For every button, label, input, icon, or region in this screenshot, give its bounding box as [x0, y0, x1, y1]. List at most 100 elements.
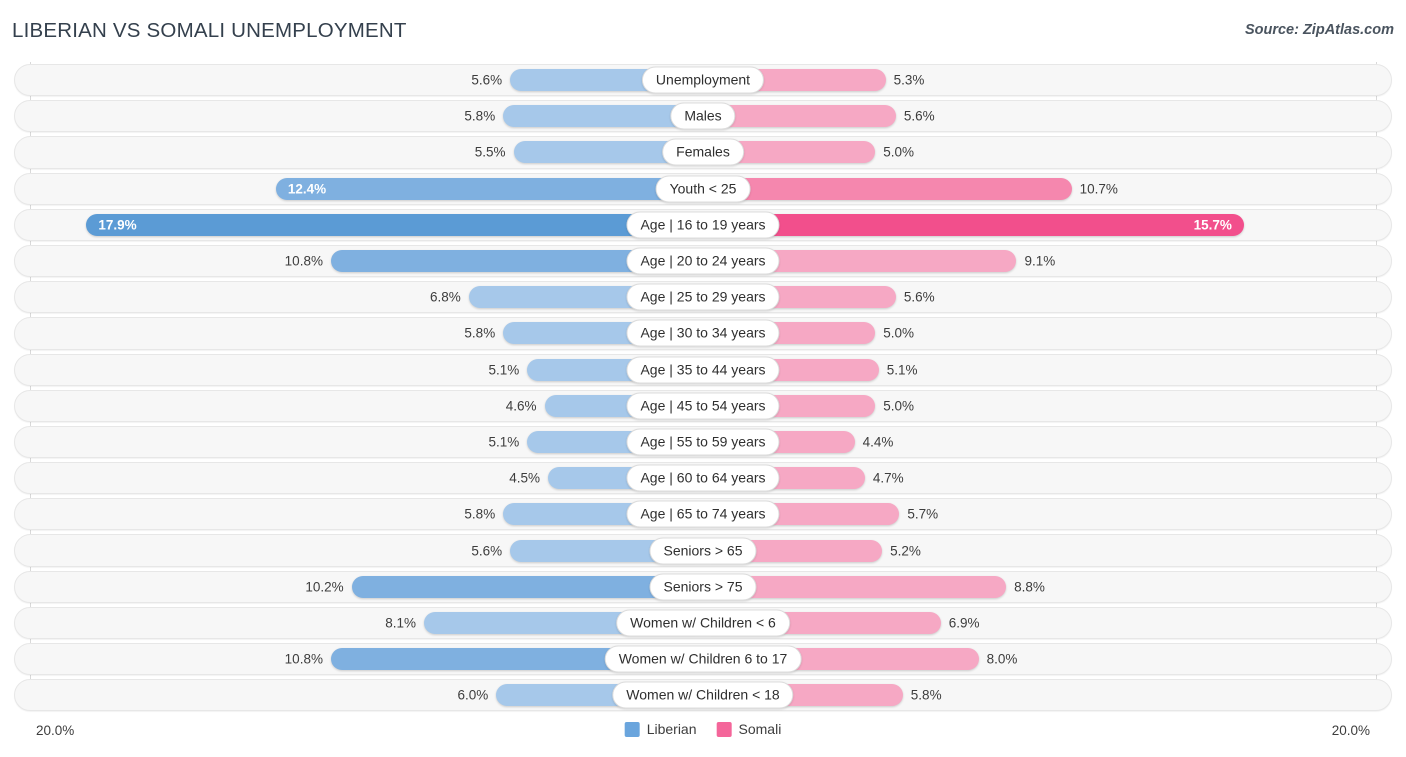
chart-row: 5.6% 5.3% Unemployment — [0, 62, 1406, 98]
category-label: Age | 60 to 64 years — [626, 464, 780, 492]
value-label-somali: 5.2% — [890, 543, 921, 559]
row-inner: 5.8% 5.7% Age | 65 to 74 years — [0, 496, 1406, 532]
chart-header: LIBERIAN VS SOMALI UNEMPLOYMENT Source: … — [0, 0, 1406, 62]
value-label-somali: 4.4% — [862, 434, 894, 450]
value-label-somali: 6.9% — [948, 615, 980, 631]
category-label: Unemployment — [641, 66, 765, 94]
legend-swatch-icon — [624, 721, 640, 737]
chart-row: 4.6% 5.0% Age | 45 to 54 years — [0, 388, 1406, 424]
chart-row: 8.1% 6.9% Women w/ Children < 6 — [0, 605, 1406, 641]
value-label-somali: 8.8% — [1014, 579, 1045, 595]
bar-somali — [703, 213, 1244, 236]
chart-row: 5.6% 5.2% Seniors > 65 — [0, 532, 1406, 568]
row-inner: 6.8% 5.6% Age | 25 to 29 years — [0, 279, 1406, 315]
category-label: Age | 65 to 74 years — [626, 500, 780, 528]
value-label-liberian: 5.5% — [474, 144, 506, 160]
source-attribution: Source: ZipAtlas.com — [1244, 22, 1394, 38]
value-label-liberian: 10.8% — [284, 253, 323, 269]
value-label-somali: 5.1% — [886, 362, 918, 378]
category-label: Females — [662, 138, 744, 166]
row-inner: 5.6% 5.2% Seniors > 65 — [0, 532, 1406, 568]
chart-legend: Liberian Somali — [624, 721, 782, 737]
legend-item-liberian: Liberian — [624, 721, 697, 737]
value-label-liberian: 10.8% — [284, 651, 323, 667]
category-label: Seniors > 65 — [649, 537, 757, 565]
bar-somali — [703, 177, 1072, 200]
chart-row: 5.1% 4.4% Age | 55 to 59 years — [0, 424, 1406, 460]
chart-row: 5.8% 5.6% Males — [0, 98, 1406, 134]
chart-root: LIBERIAN VS SOMALI UNEMPLOYMENT Source: … — [0, 0, 1406, 757]
legend-label: Somali — [738, 721, 782, 737]
chart-row: 5.5% 5.0% Females — [0, 134, 1406, 170]
category-label: Age | 16 to 19 years — [626, 211, 780, 239]
chart-row: 6.0% 5.8% Women w/ Children < 18 — [0, 677, 1406, 713]
value-label-liberian: 5.6% — [471, 543, 503, 559]
value-label-somali: 5.6% — [903, 289, 935, 305]
chart-footer: 20.0% Liberian Somali 20.0% — [0, 715, 1406, 757]
row-inner: 4.5% 4.7% Age | 60 to 64 years — [0, 460, 1406, 496]
value-label-somali: 5.7% — [907, 506, 939, 522]
row-inner: 5.6% 5.3% Unemployment — [0, 62, 1406, 98]
row-inner: 4.6% 5.0% Age | 45 to 54 years — [0, 388, 1406, 424]
value-label-somali: 5.0% — [883, 144, 915, 160]
value-label-liberian: 5.1% — [488, 362, 520, 378]
row-inner: 5.1% 4.4% Age | 55 to 59 years — [0, 424, 1406, 460]
row-inner: 10.8% 9.1% Age | 20 to 24 years — [0, 243, 1406, 279]
value-label-liberian: 5.6% — [471, 72, 503, 88]
chart-row: 12.4% 10.7% Youth < 25 — [0, 171, 1406, 207]
category-label: Age | 35 to 44 years — [626, 356, 780, 384]
chart-plot-area: 5.6% 5.3% Unemployment 5.8% 5.6% Males 5.5% 5.0… — [0, 62, 1406, 715]
value-label-liberian: 5.8% — [464, 506, 496, 522]
value-label-liberian: 5.8% — [464, 325, 496, 341]
row-inner: 12.4% 10.7% Youth < 25 — [0, 171, 1406, 207]
category-label: Age | 25 to 29 years — [626, 283, 780, 311]
value-label-somali: 5.8% — [910, 687, 942, 703]
value-label-somali: 5.0% — [883, 325, 915, 341]
chart-row: 5.8% 5.0% Age | 30 to 34 years — [0, 315, 1406, 351]
category-label: Youth < 25 — [655, 175, 751, 203]
value-label-somali: 9.1% — [1024, 253, 1056, 269]
category-label: Women w/ Children 6 to 17 — [604, 645, 802, 673]
row-inner: 10.2% 8.8% Seniors > 75 — [0, 569, 1406, 605]
category-label: Age | 30 to 34 years — [626, 319, 780, 347]
category-label: Women w/ Children < 18 — [612, 681, 794, 709]
chart-row: 5.1% 5.1% Age | 35 to 44 years — [0, 352, 1406, 388]
chart-row: 17.9% 15.7% Age | 16 to 19 years — [0, 207, 1406, 243]
row-inner: 17.9% 15.7% Age | 16 to 19 years — [0, 207, 1406, 243]
bar-liberian — [275, 177, 703, 200]
category-label: Women w/ Children < 6 — [616, 609, 790, 637]
value-label-somali: 5.6% — [903, 108, 935, 124]
legend-swatch-icon — [716, 721, 732, 737]
value-label-somali: 5.0% — [883, 398, 915, 414]
bar-liberian — [86, 213, 703, 236]
page-title: LIBERIAN VS SOMALI UNEMPLOYMENT — [12, 19, 407, 42]
chart-row: 4.5% 4.7% Age | 60 to 64 years — [0, 460, 1406, 496]
chart-row: 5.8% 5.7% Age | 65 to 74 years — [0, 496, 1406, 532]
legend-label: Liberian — [646, 721, 697, 737]
chart-row: 10.2% 8.8% Seniors > 75 — [0, 569, 1406, 605]
value-label-liberian: 10.2% — [305, 579, 344, 595]
value-label-liberian: 5.8% — [464, 108, 496, 124]
row-inner: 10.8% 8.0% Women w/ Children 6 to 17 — [0, 641, 1406, 677]
value-label-liberian: 12.4% — [287, 181, 327, 197]
row-inner: 6.0% 5.8% Women w/ Children < 18 — [0, 677, 1406, 713]
category-label: Males — [670, 102, 736, 130]
row-inner: 5.8% 5.6% Males — [0, 98, 1406, 134]
value-label-somali: 5.3% — [893, 72, 925, 88]
value-label-liberian: 6.8% — [429, 289, 461, 305]
chart-row: 6.8% 5.6% Age | 25 to 29 years — [0, 279, 1406, 315]
value-label-liberian: 4.5% — [509, 470, 540, 486]
value-label-liberian: 4.6% — [505, 398, 537, 414]
chart-row: 10.8% 9.1% Age | 20 to 24 years — [0, 243, 1406, 279]
row-inner: 5.8% 5.0% Age | 30 to 34 years — [0, 315, 1406, 351]
category-label: Age | 20 to 24 years — [626, 247, 780, 275]
value-label-liberian: 8.1% — [385, 615, 416, 631]
value-label-liberian: 6.0% — [457, 687, 489, 703]
category-label: Age | 55 to 59 years — [626, 428, 780, 456]
axis-tick-right: 20.0% — [1331, 723, 1370, 738]
category-label: Seniors > 75 — [649, 573, 757, 601]
value-label-somali: 15.7% — [1193, 217, 1232, 233]
axis-tick-left: 20.0% — [36, 723, 75, 738]
row-inner: 8.1% 6.9% Women w/ Children < 6 — [0, 605, 1406, 641]
value-label-liberian: 17.9% — [98, 217, 137, 233]
